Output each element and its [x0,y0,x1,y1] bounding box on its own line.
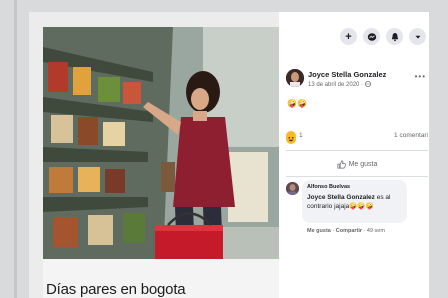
reaction-count: 1 [299,132,303,139]
comment-mention[interactable]: Joyce Stella Gonzalez [307,194,375,201]
like-button[interactable]: Me gusta [286,157,428,171]
post-title: Días pares en bogota [46,281,186,298]
post-photo[interactable] [43,27,279,259]
supermarket-image [43,27,279,259]
header-actions: + [340,28,426,45]
like-label: Me gusta [348,160,378,168]
post-date-text: 13 de abril de 2020 · [308,82,365,88]
comment-text: Joyce Stella Gonzalez es al contrario ja… [307,193,402,211]
post-title-bar: Días pares en bogota [43,259,279,298]
comment-count[interactable]: 1 comentari [394,132,428,139]
post-side-panel [279,12,429,298]
divider [286,150,428,151]
comment-like-link[interactable]: Me gusta [307,228,331,234]
bell-icon[interactable] [386,28,403,45]
reactions-summary[interactable]: 1 1 comentari [286,131,428,145]
page: Días pares en bogota + Joyce Stella Gonz… [0,0,448,298]
commenter-name[interactable]: Alfonso Buelvas [307,184,402,190]
comment-time[interactable]: 49 sem [367,228,385,234]
divider [286,176,428,177]
plus-icon[interactable]: + [340,28,357,45]
commenter-avatar[interactable] [286,182,299,195]
messenger-icon[interactable] [363,28,380,45]
author-avatar[interactable] [286,69,304,87]
thumbs-up-icon [337,160,346,168]
post-date[interactable]: 13 de abril de 2020 · [308,81,371,88]
author-name[interactable]: Joyce Stella Gonzalez [308,70,386,79]
comment-actions: Me gusta · Compartir · 49 sem [307,228,385,234]
post-text: 🤪🤪 [287,99,307,108]
post-author: Joyce Stella Gonzalez 13 de abril de 202… [286,69,426,99]
plus-label: + [345,30,352,43]
haha-reaction-icon [286,131,296,144]
comment-item: Alfonso Buelvas Joyce Stella Gonzalez es… [286,180,428,240]
comment-bubble: Alfonso Buelvas Joyce Stella Gonzalez es… [302,180,407,223]
left-scroll-edge [14,0,17,298]
chevron-down-icon[interactable] [409,28,426,45]
comment-share-link[interactable]: Compartir [336,228,362,234]
globe-icon [364,81,371,87]
more-options-icon[interactable]: ••• [415,72,426,81]
